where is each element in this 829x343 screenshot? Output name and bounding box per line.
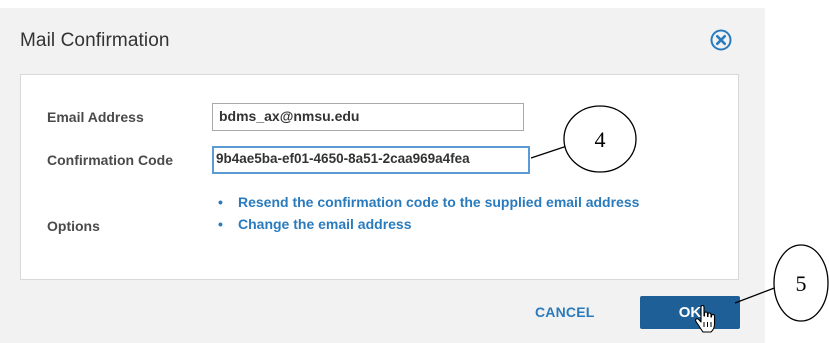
annotation-layer: 4 5 (530, 105, 829, 322)
callout-5-label: 5 (796, 271, 807, 296)
callout-4: 4 (530, 105, 637, 173)
callout-4-label: 4 (595, 127, 606, 152)
hand-pointer-icon (694, 304, 718, 338)
callout-5: 5 (734, 244, 829, 322)
